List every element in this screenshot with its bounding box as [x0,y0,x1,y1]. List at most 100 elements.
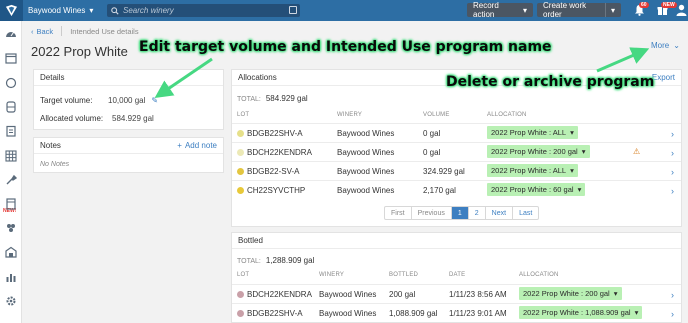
table-row[interactable]: BDGB22-SV-A Baywood Wines 324.929 gal 20… [232,161,681,180]
chevron-right-icon[interactable]: › [671,186,674,196]
chevron-right-icon[interactable]: › [671,167,674,177]
notes-panel: Notes + Add note No Notes [33,137,224,173]
column-header-winery[interactable]: WINERY [337,112,362,118]
chevron-right-icon[interactable]: › [671,148,674,158]
lot-code: BDCH22KENDRA [247,290,312,299]
bottled-header: Bottled [232,233,681,249]
column-header-allocation[interactable]: ALLOCATION [519,272,559,278]
chevron-left-icon: ‹ [31,26,34,36]
barrel-icon[interactable] [5,101,17,113]
allocation-label: 2022 Prop White : 200 gal [491,147,578,156]
allocation-label: 2022 Prop White : 200 gal [523,289,610,298]
lot-code: BDCH22KENDRA [247,148,312,157]
allocation-pill[interactable]: 2022 Prop White : 200 gal ▾ [487,145,590,158]
lot-cell[interactable]: BDCH22KENDRA [237,148,312,157]
back-link[interactable]: ‹ Back [31,27,53,36]
page-previous-button[interactable]: Previous [412,207,452,219]
record-action-button[interactable]: Record action ▾ [467,1,533,19]
allocations-panel: Allocations Export TOTAL: 584.929 gal LOT… [231,69,682,227]
calendar-icon[interactable] [5,52,17,64]
table-row[interactable]: BDCH22KENDRA Baywood Wines 200 gal 1/11/… [232,284,681,303]
details-panel: Details Target volume: 10,000 gal ✎ Allo… [33,69,224,130]
clipboard-icon[interactable] [5,125,17,137]
sidebar: NEW! [0,21,22,323]
column-header-volume[interactable]: VOLUME [423,112,450,118]
column-header-winery[interactable]: WINERY [319,272,344,278]
chevron-down-icon: ▾ [89,6,94,15]
breadcrumb-current: Intended Use details [70,26,139,36]
vineyard-icon[interactable] [5,222,17,234]
allocated-volume-row: Allocated volume: 584.929 gal [40,114,154,123]
winery-dropdown[interactable]: Baywood Wines ▾ [28,6,104,15]
winery-cell: Baywood Wines [337,186,395,195]
lot-cell[interactable]: BDGB22SHV-A [237,129,303,138]
more-menu-button[interactable]: More ⌄ [651,41,680,50]
lot-color-dot [237,187,244,194]
dashboard-icon[interactable] [5,28,17,40]
table-row[interactable]: BDGB22SHV-A Baywood Wines 0 gal 2022 Pro… [232,123,681,142]
new-badge: NEW [661,2,677,8]
settings-icon[interactable] [5,295,17,307]
lot-cell[interactable]: BDCH22KENDRA [237,290,312,299]
no-notes-text: No Notes [40,161,70,168]
allocation-label: 2022 Prop White : ALL [491,128,567,137]
chevron-right-icon[interactable]: › [671,129,674,139]
grid-icon[interactable] [5,150,17,162]
date-cell: 1/11/23 9:01 AM [449,309,507,318]
annotation-edit-text: Edit target volume and Intended Use prog… [139,39,552,55]
lot-cell[interactable]: BDGB22-SV-A [237,167,299,176]
chevron-down-icon: ▾ [570,128,574,137]
tool-icon[interactable] [5,174,18,186]
bottle-icon[interactable] [5,198,17,210]
scan-icon[interactable] [289,6,297,14]
allocation-pill[interactable]: 2022 Prop White : 60 gal ▾ [487,183,586,196]
lot-code: BDGB22SHV-A [247,309,303,318]
allocation-pill[interactable]: 2022 Prop White : 1,088.909 gal ▾ [519,306,643,319]
column-header-lot[interactable]: LOT [237,112,249,118]
target-volume-value: 10,000 gal [108,96,146,105]
plus-icon: + [177,141,182,150]
column-header-allocation[interactable]: ALLOCATION [487,112,527,118]
back-label: Back [36,26,54,36]
total-label: TOTAL: [237,96,261,103]
circle-icon[interactable] [5,77,17,89]
chevron-right-icon[interactable]: › [671,309,674,319]
page-next-button[interactable]: Next [486,207,514,219]
button-divider [604,3,606,17]
export-link[interactable]: Export [652,73,675,82]
notes-header: Notes + Add note [34,138,223,154]
table-row[interactable]: BDGB22SHV-A Baywood Wines 1,088.909 gal … [232,303,681,322]
lot-cell[interactable]: CH22SYVCTHP [237,186,305,195]
page-last-button[interactable]: Last [513,207,538,219]
create-work-order-button[interactable]: Create work order ▾ [537,1,621,19]
lot-cell[interactable]: BDGB22SHV-A [237,309,303,318]
add-note-button[interactable]: + Add note [177,141,217,150]
allocation-pill[interactable]: 2022 Prop White : 200 gal ▾ [519,287,622,300]
reports-icon[interactable] [5,271,17,283]
pencil-icon[interactable]: ✎ [151,96,158,105]
table-row[interactable]: CH22SYVCTHP Baywood Wines 2,170 gal 2022… [232,180,681,199]
column-header-bottled[interactable]: BOTTLED [389,272,418,278]
page-first-button[interactable]: First [385,207,412,219]
user-icon[interactable] [676,4,687,16]
column-header-lot[interactable]: LOT [237,272,249,278]
pagination: First Previous 1 2 Next Last [384,206,540,220]
winery-cell: Baywood Wines [337,167,395,176]
search-input[interactable] [123,6,283,15]
app-logo[interactable] [0,0,23,21]
warehouse-icon[interactable] [5,246,17,258]
allocation-pill[interactable]: 2022 Prop White : ALL ▾ [487,164,578,177]
allocation-pill[interactable]: 2022 Prop White : ALL ▾ [487,126,578,139]
allocated-volume-value: 584.929 gal [112,114,154,123]
allocations-total: TOTAL: 584.929 gal [237,94,308,103]
breadcrumb-divider [61,26,63,36]
page-1-button[interactable]: 1 [451,207,469,219]
page-2-button[interactable]: 2 [469,207,486,219]
chevron-right-icon[interactable]: › [671,290,674,300]
column-header-date[interactable]: DATE [449,272,465,278]
bottled-title: Bottled [238,236,263,245]
search-bar[interactable] [107,4,300,17]
warning-icon[interactable]: ⚠ [633,147,640,156]
table-row[interactable]: BDCH22KENDRA Baywood Wines 0 gal 2022 Pr… [232,142,681,161]
winery-cell: Baywood Wines [319,309,377,318]
